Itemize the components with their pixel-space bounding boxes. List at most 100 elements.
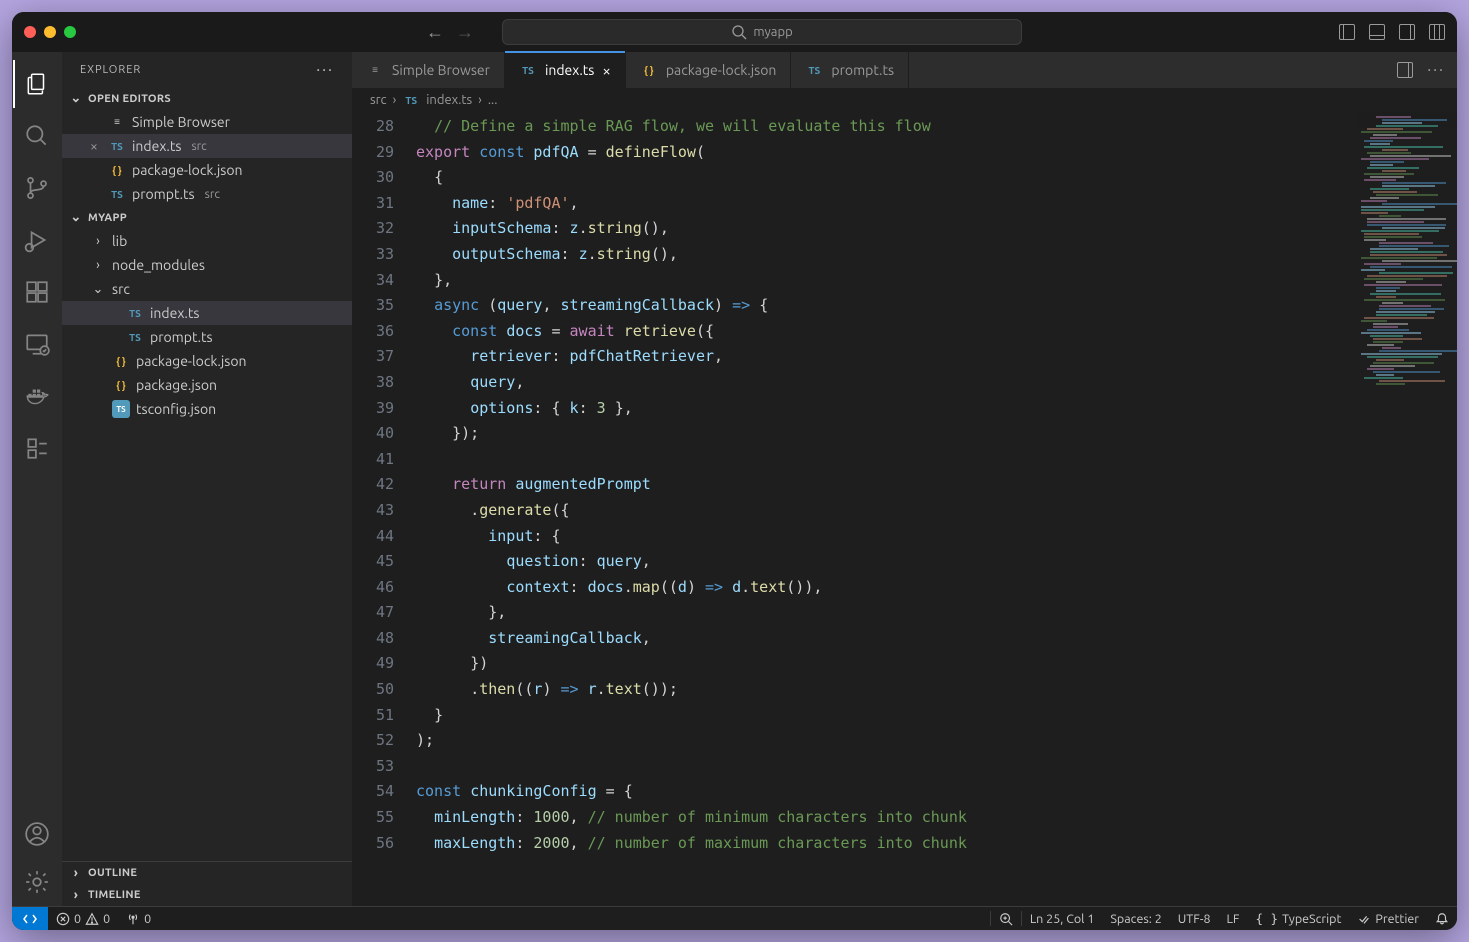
code-area[interactable]: // Define a simple RAG flow, we will eva… — [412, 112, 1357, 906]
testing-activity-button[interactable] — [13, 424, 61, 472]
prettier-button[interactable]: Prettier — [1349, 911, 1427, 926]
error-icon — [56, 912, 70, 926]
open-editors-section[interactable]: ⌄ OPEN EDITORS — [62, 87, 352, 110]
sidebar-more-button[interactable]: ··· — [316, 61, 334, 79]
scm-activity-button[interactable] — [13, 164, 61, 212]
open-editor-item[interactable]: ≡Simple Browser — [62, 110, 352, 134]
tab-label: index.ts — [545, 62, 594, 78]
remote-icon — [22, 911, 38, 927]
breadcrumb[interactable]: src › TS index.ts › ... — [352, 88, 1457, 112]
remote-explorer-activity-button[interactable] — [13, 320, 61, 368]
open-editors-label: OPEN EDITORS — [88, 93, 171, 105]
folder-item[interactable]: › lib — [62, 229, 352, 253]
outline-label: OUTLINE — [88, 867, 137, 879]
zoom-icon — [999, 912, 1013, 926]
bell-icon — [1435, 912, 1449, 926]
minimap[interactable] — [1357, 112, 1457, 906]
file-item[interactable]: { }package.json — [62, 373, 352, 397]
encoding-button[interactable]: UTF-8 — [1170, 911, 1219, 926]
search-icon — [24, 123, 50, 149]
workbench-body: EXPLORER ··· ⌄ OPEN EDITORS ≡Simple Brow… — [12, 52, 1457, 906]
file-item[interactable]: TStsconfig.json — [62, 397, 352, 421]
tree-item-label: prompt.ts — [150, 329, 213, 345]
cursor-position[interactable]: Ln 25, Col 1 — [1022, 911, 1103, 926]
settings-activity-button[interactable] — [13, 858, 61, 906]
ts-icon: TS — [108, 185, 126, 203]
ports-count: 0 — [144, 912, 151, 926]
branch-icon — [24, 175, 50, 201]
toggle-panel-button[interactable] — [1369, 24, 1385, 40]
close-tab-button[interactable]: × — [602, 62, 610, 79]
json-icon: { } — [112, 352, 130, 370]
explorer-activity-button[interactable] — [13, 60, 61, 108]
braces-icon: { } — [1255, 911, 1278, 926]
warning-count: 0 — [103, 912, 110, 926]
tab-label: package-lock.json — [666, 62, 777, 78]
title-bar: ← → myapp — [12, 12, 1457, 52]
open-editor-item[interactable]: TS prompt.ts src — [62, 182, 352, 206]
file-item[interactable]: TSindex.ts — [62, 301, 352, 325]
file-tree: › lib ›node_modules⌄srcTSindex.tsTSprompt.… — [62, 229, 352, 421]
tree-item-label: package.json — [136, 377, 217, 393]
open-editor-hint: src — [205, 188, 220, 201]
problems-button[interactable]: 0 0 — [48, 912, 118, 926]
timeline-section[interactable]: › TIMELINE — [62, 884, 352, 906]
close-icon[interactable]: × — [86, 138, 102, 154]
docker-icon — [24, 383, 50, 409]
close-window-button[interactable] — [24, 26, 36, 38]
docker-activity-button[interactable] — [13, 372, 61, 420]
toggle-primary-sidebar-button[interactable] — [1339, 24, 1355, 40]
nav-back-button[interactable]: ← — [426, 22, 444, 43]
language-mode-button[interactable]: { } TypeScript — [1247, 911, 1349, 926]
code-editor[interactable]: 2829303132333435363738394041424344454647… — [352, 112, 1457, 906]
open-editor-item[interactable]: ×TSindex.tssrc — [62, 134, 352, 158]
extensions-icon — [24, 279, 50, 305]
ts-icon: TS — [402, 91, 420, 109]
explorer-sidebar: EXPLORER ··· ⌄ OPEN EDITORS ≡Simple Brow… — [62, 52, 352, 906]
open-editors-list: ≡Simple Browser×TSindex.tssrc{ }package-… — [62, 110, 352, 206]
open-editor-item[interactable]: { }package-lock.json — [62, 158, 352, 182]
tree-item-label: lib — [112, 233, 127, 249]
search-activity-button[interactable] — [13, 112, 61, 160]
ts-icon: TS — [108, 137, 126, 155]
json-icon: { } — [640, 61, 658, 79]
status-bar: 0 0 0 Ln 25, Col 1 Spaces: 2 UTF-8 LF { … — [12, 906, 1457, 930]
outline-section[interactable]: › OUTLINE — [62, 862, 352, 884]
account-icon — [24, 821, 50, 847]
open-editor-label: prompt.ts — [132, 186, 195, 202]
chevron-down-icon: ⌄ — [68, 91, 84, 106]
toggle-secondary-sidebar-button[interactable] — [1399, 24, 1415, 40]
folder-item[interactable]: ›node_modules — [62, 253, 352, 277]
file-item[interactable]: { }package-lock.json — [62, 349, 352, 373]
command-center[interactable]: myapp — [502, 19, 1022, 45]
extensions-activity-button[interactable] — [13, 268, 61, 316]
nav-forward-button[interactable]: → — [456, 22, 474, 43]
play-bug-icon — [24, 227, 50, 253]
activity-bar — [12, 52, 62, 906]
folder-item[interactable]: ⌄src — [62, 277, 352, 301]
zoom-button[interactable] — [990, 911, 1022, 926]
zoom-window-button[interactable] — [64, 26, 76, 38]
file-item[interactable]: TSprompt.ts — [62, 325, 352, 349]
files-icon — [24, 71, 50, 97]
debug-activity-button[interactable] — [13, 216, 61, 264]
accounts-activity-button[interactable] — [13, 810, 61, 858]
antenna-icon — [126, 912, 140, 926]
editor-tab[interactable]: TSindex.ts× — [505, 52, 626, 88]
split-editor-button[interactable] — [1397, 62, 1413, 78]
chevron-icon: › — [90, 234, 106, 248]
indentation-button[interactable]: Spaces: 2 — [1102, 911, 1169, 926]
minimize-window-button[interactable] — [44, 26, 56, 38]
editor-tab[interactable]: { } package-lock.json — [626, 52, 792, 88]
editor-more-button[interactable]: ··· — [1427, 61, 1445, 79]
ports-button[interactable]: 0 — [118, 912, 159, 926]
notifications-button[interactable] — [1427, 911, 1457, 926]
eol-button[interactable]: LF — [1219, 911, 1248, 926]
traffic-lights — [24, 26, 76, 38]
editor-tab[interactable]: TSprompt.ts — [791, 52, 909, 88]
open-editor-label: package-lock.json — [132, 162, 243, 178]
editor-tab[interactable]: ≡Simple Browser — [352, 52, 505, 88]
remote-button[interactable] — [12, 907, 48, 930]
customize-layout-button[interactable] — [1429, 24, 1445, 40]
project-section[interactable]: ⌄ MYAPP — [62, 206, 352, 229]
